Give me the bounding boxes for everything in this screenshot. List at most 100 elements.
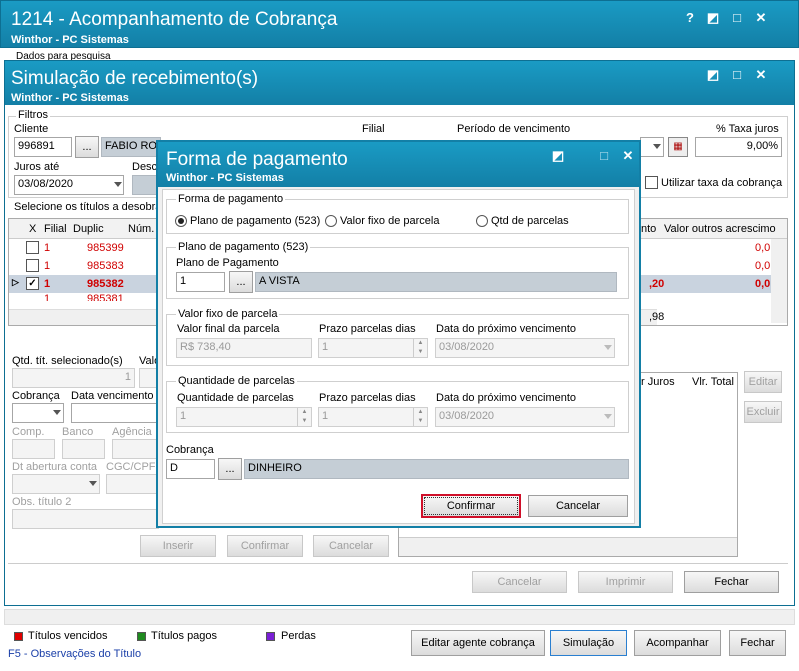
row-pointer-icon: ▷ — [12, 277, 19, 287]
editar-agente-button[interactable]: Editar agente cobrança — [411, 630, 545, 656]
maximize-icon[interactable]: □ — [596, 148, 612, 164]
valor-fixo-radio-label: Valor fixo de parcela — [340, 215, 440, 227]
cancelar-sim-button[interactable]: Cancelar — [472, 571, 567, 593]
cliente-name-field: FABIO ROD — [101, 137, 161, 157]
table-header-duplic: Duplic — [73, 223, 104, 235]
legend-pagos: Títulos pagos — [151, 630, 218, 642]
legend-swatch-perdas — [266, 632, 275, 641]
restore-icon[interactable]: ◩ — [550, 148, 566, 164]
row-checkbox[interactable] — [26, 259, 39, 272]
plano-radio[interactable] — [175, 215, 187, 227]
titles-caption: Selecione os títulos a desobra — [14, 201, 162, 213]
cobranca-label-lower: Cobrança — [12, 390, 60, 402]
row-duplic: 985382 — [87, 278, 124, 290]
dialog-title-bar[interactable]: Forma de pagamento Winthor - PC Sistemas… — [158, 142, 639, 187]
legend-swatch-vencidos — [14, 632, 23, 641]
utilizar-taxa-checkbox[interactable] — [645, 176, 658, 189]
filial-label: Filial — [362, 123, 385, 135]
status-hint: F5 - Observações do Título — [8, 648, 142, 660]
prazo2-label: Prazo parcelas dias — [319, 392, 416, 404]
table-vertical-scrollbar[interactable] — [771, 239, 787, 323]
periodo-label: Período de vencimento — [457, 123, 571, 135]
row-filial: 1 — [44, 278, 51, 290]
plano-name-field: A VISTA — [255, 272, 617, 292]
fechar-sim-button[interactable]: Fechar — [684, 571, 779, 593]
table-header-x: X — [29, 223, 37, 235]
acompanhar-button[interactable]: Acompanhar — [634, 630, 721, 656]
qtd-parcelas-radio[interactable] — [476, 215, 488, 227]
sim-window-title: Simulação de recebimento(s) — [11, 68, 259, 89]
qtd-label: Quantidade de parcelas — [177, 392, 294, 404]
editar-button[interactable]: Editar — [744, 371, 782, 393]
plano-search-button[interactable]: ... — [229, 271, 253, 293]
juros-ate-field[interactable]: 03/08/2020 — [14, 175, 124, 195]
cobranca-name-field: DINHEIRO — [244, 459, 629, 479]
sim-window-subtitle: Winthor - PC Sistemas — [11, 92, 129, 104]
row-valor: ,20 — [649, 278, 665, 290]
simulacao-button[interactable]: Simulação — [550, 630, 627, 656]
cliente-code-field[interactable]: 996891 — [14, 137, 72, 157]
main-horizontal-scrollbar[interactable] — [4, 609, 795, 625]
main-title-bar[interactable]: 1214 - Acompanhamento de Cobrança Wintho… — [0, 0, 799, 48]
cgc-cpf-field — [106, 474, 159, 494]
row-filial: 1 — [44, 242, 51, 254]
data-vencimento-field[interactable] — [71, 403, 159, 423]
qtd-parcelas-group-label: Quantidade de parcelas — [176, 375, 297, 387]
dialog-cancelar-button[interactable]: Cancelar — [528, 495, 628, 517]
data-prox-field: 03/08/2020 — [435, 338, 615, 358]
valor-fixo-group-label: Valor fixo de parcela — [176, 308, 280, 320]
plano-code-field[interactable]: 1 — [176, 272, 225, 292]
periodo-end-field[interactable] — [640, 137, 664, 157]
maximize-icon[interactable]: □ — [729, 10, 745, 26]
table-header-num: Núm. — [128, 223, 155, 235]
data-prox-label: Data do próximo vencimento — [436, 323, 577, 335]
taxa-juros-field[interactable]: 9,00% — [695, 137, 782, 157]
dt-abertura-label: Dt abertura conta — [12, 461, 97, 473]
excluir-button[interactable]: Excluir — [744, 401, 782, 423]
obs-titulo-label: Obs. título 2 — [12, 496, 72, 508]
cobranca-search-button[interactable]: ... — [218, 458, 242, 480]
cobranca-code-field[interactable]: D — [166, 459, 215, 479]
cobranca-select-lower[interactable] — [12, 403, 64, 423]
close-icon[interactable]: ✕ — [753, 10, 769, 26]
row-outros: 0,0 — [755, 242, 771, 254]
dialog-confirmar-button[interactable]: Confirmar — [421, 494, 521, 518]
help-icon[interactable]: ? — [682, 10, 698, 26]
maximize-icon[interactable]: □ — [729, 67, 745, 83]
obs-titulo-field — [12, 509, 159, 529]
imprimir-button[interactable]: Imprimir — [578, 571, 673, 593]
data-prox2-field: 03/08/2020 — [435, 407, 615, 427]
row-checkbox[interactable] — [26, 241, 39, 254]
valor-fixo-radio[interactable] — [325, 215, 337, 227]
row-checkbox[interactable]: ✓ — [26, 277, 39, 290]
table-header-filial: Filial — [44, 223, 67, 235]
close-icon[interactable]: ✕ — [620, 148, 636, 164]
data-vencimento-label: Data vencimento — [71, 390, 154, 402]
sim-title-bar[interactable]: Simulação de recebimento(s) Winthor - PC… — [5, 61, 794, 105]
restore-icon[interactable]: ◩ — [705, 67, 721, 83]
close-icon[interactable]: ✕ — [753, 67, 769, 83]
desconto-field — [132, 175, 158, 195]
banco-field — [62, 439, 105, 459]
plano-group-label: Plano de pagamento (523) — [176, 241, 311, 253]
data-prox2-label: Data do próximo vencimento — [436, 392, 577, 404]
cancelar-lower-button[interactable]: Cancelar — [313, 535, 389, 557]
fechar-main-button[interactable]: Fechar — [729, 630, 786, 656]
cliente-search-button[interactable]: ... — [75, 136, 99, 158]
row-filial: 1 — [44, 260, 51, 272]
juros-ate-label: Juros até — [14, 161, 60, 173]
confirmar-lower-button[interactable]: Confirmar — [227, 535, 303, 557]
restore-icon[interactable]: ◩ — [705, 10, 721, 26]
row-outros: 0,0 — [755, 278, 771, 290]
prazo-label: Prazo parcelas dias — [319, 323, 416, 335]
qtd-parcelas-radio-label: Qtd de parcelas — [491, 215, 569, 227]
cliente-label: Cliente — [14, 123, 49, 135]
agencia-field — [112, 439, 159, 459]
inserir-button[interactable]: Inserir — [140, 535, 216, 557]
calendar-icon[interactable]: ▦ — [668, 137, 688, 157]
comp-label: Comp. — [12, 426, 45, 438]
main-window-subtitle: Winthor - PC Sistemas — [11, 34, 129, 46]
row-outros: 0,0 — [755, 260, 771, 272]
cobranca-label: Cobrança — [166, 444, 214, 456]
table-header-nto: nto — [641, 223, 657, 235]
